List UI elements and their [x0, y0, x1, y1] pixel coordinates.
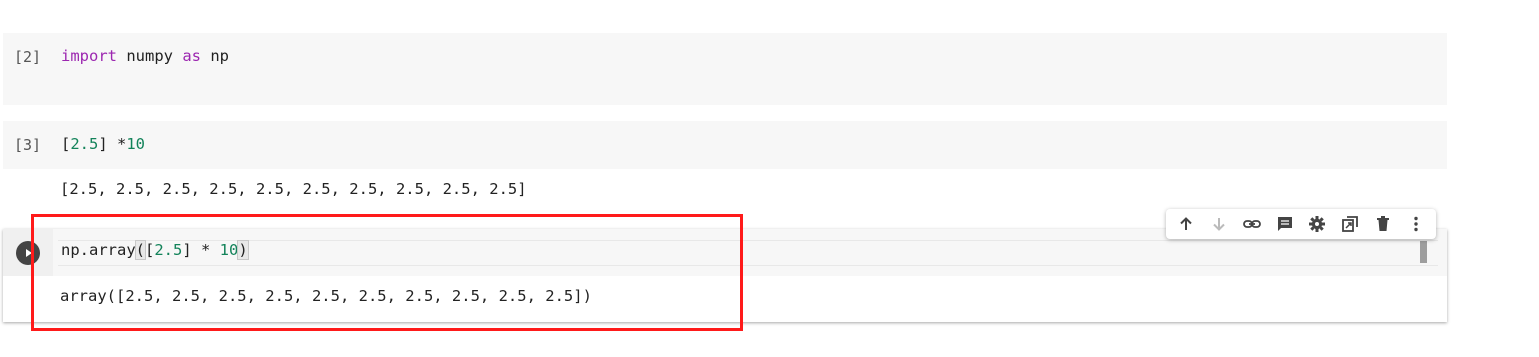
execution-count: [2]: [14, 48, 42, 66]
more-actions-button[interactable]: [1403, 211, 1429, 237]
code-editor[interactable]: [2.5] *10: [61, 135, 145, 153]
notebook-page: [2] import numpy as np [3] [2.5] *10 [2.…: [0, 0, 1539, 357]
settings-icon: [1309, 216, 1326, 232]
matching-paren: (: [134, 240, 147, 260]
move-up-button[interactable]: [1173, 211, 1199, 237]
play-icon: [26, 249, 32, 257]
code-token: ] *: [182, 241, 220, 259]
code-token: [: [61, 135, 71, 153]
code-editor[interactable]: np.array([2.5] * 10): [61, 240, 249, 260]
code-token: numpy: [117, 47, 183, 65]
code-token: 2.5: [70, 135, 99, 153]
active-cell-output: array([2.5, 2.5, 2.5, 2.5, 2.5, 2.5, 2.5…: [60, 287, 592, 305]
code-token: 10: [126, 135, 146, 153]
code-token: np: [201, 47, 229, 65]
move-up-icon: [1180, 217, 1193, 230]
code-editor[interactable]: import numpy as np: [61, 47, 229, 65]
cell-toolbar: [1166, 209, 1436, 239]
delete-icon: [1376, 216, 1389, 231]
link-icon: [1242, 220, 1261, 228]
cell-settings-button[interactable]: [1304, 211, 1330, 237]
move-down-icon: [1213, 218, 1225, 231]
comment-icon: [1277, 217, 1292, 231]
more-vert-icon: [1413, 216, 1418, 232]
code-token: import: [61, 47, 117, 65]
delete-cell-button[interactable]: [1370, 211, 1396, 237]
code-token: 10: [219, 241, 239, 259]
copy-link-button[interactable]: [1239, 211, 1265, 237]
code-token: 2.5: [154, 241, 183, 259]
code-cell-2[interactable]: [2] import numpy as np: [3, 33, 1447, 105]
mirror-cell-button[interactable]: [1337, 211, 1363, 237]
code-token: as: [182, 47, 201, 65]
add-comment-button[interactable]: [1272, 211, 1298, 237]
code-token: [: [145, 241, 155, 259]
active-code-cell[interactable]: np.array([2.5] * 10) array([2.5, 2.5, 2.…: [3, 229, 1447, 322]
code-cell-3[interactable]: [3] [2.5] *10: [3, 121, 1447, 169]
mirror-cell-icon: [1342, 216, 1359, 232]
code-token: np.array: [61, 241, 136, 259]
current-line-highlight: [58, 240, 1438, 266]
move-down-button[interactable]: [1206, 211, 1232, 237]
matching-paren: ): [237, 240, 249, 260]
run-cell-button[interactable]: [16, 241, 40, 265]
code-token: ] *: [98, 135, 127, 153]
editor-scrollbar[interactable]: [1420, 241, 1427, 263]
cell-3-output: [2.5, 2.5, 2.5, 2.5, 2.5, 2.5, 2.5, 2.5,…: [60, 180, 527, 198]
execution-count: [3]: [14, 136, 42, 154]
